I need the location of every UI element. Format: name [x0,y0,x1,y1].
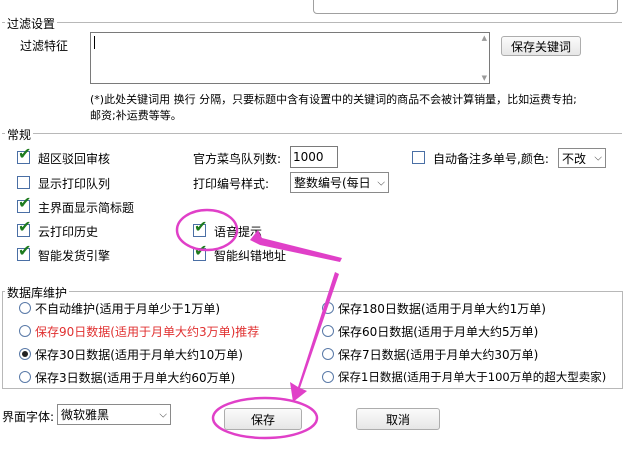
top-tab-fragment [313,0,618,14]
general-group-title: 常规 [5,126,34,143]
database-group-right-border [622,291,623,388]
radio-no-auto-maintenance[interactable] [19,302,31,314]
print-number-style-select[interactable]: 整数编号(每日 ⌵ [290,172,389,193]
radio-keep-3-days[interactable] [19,371,31,383]
radio-label: 保存7日数据(适用于月单大约30万单) [338,348,539,362]
checkbox-label: 语音提示 [214,225,263,239]
save-button[interactable]: 保存 [224,408,302,430]
radio-label: 保存60日数据(适用于月单大约5万单) [338,325,539,339]
filter-feature-label: 过滤特征 [20,39,69,53]
checkbox-label: 智能纠错地址 [214,249,287,263]
checkbox-smart-shipping-engine[interactable]: ✔ [17,243,31,261]
chevron-down-icon: ⌵ [159,409,167,420]
checkbox-label: 智能发货引擎 [38,249,111,263]
checkbox-out-of-area-reject[interactable]: ✔ [17,146,31,164]
radio-label: 保存30日数据(适用于月单大约10万单) [35,348,243,362]
radio-keep-60-days[interactable] [322,325,334,337]
scroll-down-icon[interactable]: ▼ [482,74,487,82]
checkbox-show-print-queue[interactable] [17,176,30,189]
checkbox-label: 超区驳回审核 [38,152,111,166]
checkmark-icon: ✔ [194,217,208,236]
text-caret [94,36,95,49]
radio-keep-30-days[interactable] [19,348,31,360]
radio-label: 保存1日数据(适用于月单大于100万单的超大型卖家) [338,370,607,384]
radio-keep-1-day[interactable] [322,371,334,383]
filter-keywords-textarea[interactable]: ▲ ▼ [90,32,490,84]
database-group-left-border [2,291,3,388]
radio-label: 保存180日数据(适用于月单大约1万单) [338,302,546,316]
checkmark-icon: ✔ [18,241,32,260]
cainiao-queue-input[interactable]: 1000 [290,146,338,168]
checkbox-cloud-print-history[interactable]: ✔ [17,219,31,237]
radio-label: 保存3日数据(适用于月单大约60万单) [35,371,236,385]
chevron-down-icon: ⌵ [594,152,602,164]
chevron-down-icon: ⌵ [377,177,385,188]
print-number-style-label: 打印编号样式: [193,177,270,191]
checkmark-icon: ✔ [18,144,32,163]
radio-keep-180-days[interactable] [322,302,334,314]
ui-font-value: 微软雅黑 [61,408,110,422]
radio-label-recommended: 保存90日数据(适用于月单大约3万单)推荐 [35,325,260,339]
checkbox-main-short-title[interactable]: ✔ [17,195,31,213]
checkbox-label: 显示打印队列 [38,177,111,191]
cancel-button[interactable]: 取消 [356,408,440,430]
checkbox-label: 自动备注多单号,颜色: [433,152,549,166]
checkmark-icon: ✔ [18,217,32,236]
scroll-up-icon[interactable]: ▲ [482,34,487,42]
database-group-top-border [2,291,622,292]
filter-note-line2: 邮资;补运费等等。 [90,109,182,122]
checkbox-label: 主界面显示简标题 [38,201,135,215]
checkbox-smart-address-correction[interactable]: ✔ [193,243,207,261]
ui-font-select[interactable]: 微软雅黑 ⌵ [57,404,171,425]
filter-group-title: 过滤设置 [5,15,58,32]
checkmark-icon: ✔ [18,193,32,212]
radio-keep-90-days[interactable] [19,325,31,337]
database-group-bottom-border [2,388,623,389]
note-color-select[interactable]: 不改 ⌵ [558,148,606,168]
checkbox-label: 云打印历史 [38,225,99,239]
checkmark-icon: ✔ [194,241,208,260]
filter-group-border [2,22,622,23]
filter-note-line1: (*)此处关键词用 换行 分隔，只要标题中含有设置中的关键词的商品不会被计算销量… [90,93,577,106]
print-number-style-value: 整数编号(每日 [294,176,371,190]
radio-keep-7-days[interactable] [322,348,334,360]
radio-label: 不自动维护(适用于月单少于1万单) [35,302,220,316]
ui-font-label: 界面字体: [2,410,55,424]
save-keywords-button[interactable]: 保存关键词 [501,36,581,56]
checkbox-voice-prompt[interactable]: ✔ [193,219,207,237]
note-color-value: 不改 [562,151,587,166]
checkbox-auto-note-multi-number[interactable] [412,151,425,164]
radio-selected-dot [22,351,28,357]
general-group-border [2,133,622,134]
database-group-title: 数据库维护 [5,284,70,301]
cainiao-queue-label: 官方菜鸟队列数: [193,152,282,166]
